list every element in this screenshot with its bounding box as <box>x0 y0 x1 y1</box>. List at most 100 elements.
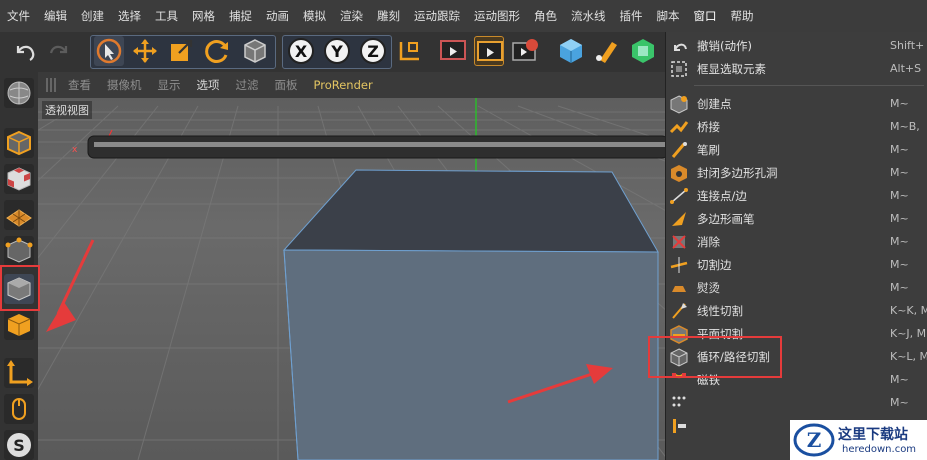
viewport-menu-item[interactable]: 查看 <box>60 77 99 93</box>
scale-icon[interactable] <box>166 36 196 66</box>
viewport-menu-item[interactable]: 摄像机 <box>99 77 150 93</box>
context-menu-item[interactable]: 连接点/边 M~ <box>666 184 927 207</box>
x-axis-button[interactable]: X <box>286 36 316 66</box>
render-region-icon[interactable] <box>438 36 468 66</box>
point-mode-icon[interactable] <box>4 236 34 266</box>
object-mode-icon[interactable] <box>4 128 34 158</box>
iron-icon <box>669 278 689 298</box>
viewport-menu-item[interactable]: 显示 <box>150 77 189 93</box>
snap-icon[interactable]: S <box>4 430 34 460</box>
menu-item[interactable]: 渲染 <box>333 0 370 32</box>
menu-item[interactable]: 捕捉 <box>222 0 259 32</box>
viewport-menu-item[interactable]: 面板 <box>267 77 306 93</box>
object-icon[interactable] <box>240 36 270 66</box>
move-icon[interactable] <box>130 36 160 66</box>
context-menu-item[interactable]: 消除 M~ <box>666 230 927 253</box>
dissolve-icon <box>669 232 689 252</box>
close-hole-icon <box>669 163 689 183</box>
menu-item[interactable]: 网格 <box>185 0 222 32</box>
menu-item[interactable]: 帮助 <box>724 0 761 32</box>
context-menu-item[interactable]: 撤销(动作) Shift+ <box>666 34 927 57</box>
line-cut-icon <box>669 301 689 321</box>
menu-item[interactable]: 插件 <box>613 0 650 32</box>
context-menu-shortcut: M~ <box>890 373 909 386</box>
menu-item[interactable]: 模拟 <box>296 0 333 32</box>
context-menu-shortcut: M~ <box>890 97 909 110</box>
menu-item[interactable]: 窗口 <box>687 0 724 32</box>
redo-icon[interactable] <box>44 36 74 66</box>
y-axis-button[interactable]: Y <box>322 36 352 66</box>
coordinate-system-icon[interactable] <box>394 36 424 66</box>
svg-text:x: x <box>72 145 78 155</box>
menu-item[interactable]: 编辑 <box>37 0 74 32</box>
context-menu-shortcut: K~J, M <box>890 327 927 340</box>
mouse-icon[interactable] <box>4 394 34 424</box>
context-menu-item[interactable]: 框显选取元素 Alt+S <box>666 57 927 80</box>
workplane-icon[interactable] <box>4 200 34 230</box>
context-menu-shortcut: Shift+ <box>890 39 925 52</box>
menu-item[interactable]: 文件 <box>0 0 37 32</box>
context-menu-item[interactable]: 笔刷 M~ <box>666 138 927 161</box>
z-axis-button[interactable]: Z <box>358 36 388 66</box>
top-toolbar: X Y Z <box>0 32 670 72</box>
context-menu-item[interactable]: 多边形画笔 M~ <box>666 207 927 230</box>
solid-object-icon[interactable] <box>4 310 34 340</box>
menu-item[interactable]: 流水线 <box>564 0 613 32</box>
texture-mode-icon[interactable] <box>4 164 34 194</box>
viewport-menu-item[interactable]: ProRender <box>306 78 381 92</box>
select-live-icon[interactable] <box>94 36 124 66</box>
viewport-grid: x <box>38 98 668 460</box>
generator-icon[interactable] <box>628 36 658 66</box>
context-menu-shortcut: M~ <box>890 258 909 271</box>
context-menu-shortcut: M~ <box>890 281 909 294</box>
context-menu-item[interactable]: 切割边 M~ <box>666 253 927 276</box>
render-view-icon[interactable] <box>474 36 504 66</box>
context-menu-shortcut: K~K, M <box>890 304 927 317</box>
rotate-icon[interactable] <box>202 36 232 66</box>
svg-text:X: X <box>295 42 308 61</box>
context-menu-shortcut: M~ <box>890 189 909 202</box>
perspective-viewport[interactable]: x 查看 摄像机 显示 选项 过滤 面板 ProRender 透视视图 <box>38 72 668 460</box>
context-menu-shortcut: K~L, M <box>890 350 927 363</box>
context-menu-label: 熨烫 <box>697 280 720 295</box>
context-menu-label: 框显选取元素 <box>697 61 766 76</box>
render-settings-icon[interactable] <box>510 36 540 66</box>
context-menu-label: 多边形画笔 <box>697 211 755 226</box>
drag-handle-icon[interactable] <box>46 78 56 92</box>
axis-icon[interactable] <box>4 358 34 388</box>
menu-item[interactable]: 动画 <box>259 0 296 32</box>
svg-text:S: S <box>13 436 25 455</box>
context-menu-item[interactable]: 熨烫 M~ <box>666 276 927 299</box>
pen-icon[interactable] <box>592 36 622 66</box>
viewport-menu-item[interactable]: 选项 <box>189 77 228 93</box>
viewport-label: 透视视图 <box>42 101 92 119</box>
context-menu-label: 消除 <box>697 234 720 249</box>
context-menu-item[interactable]: 桥接 M~B, <box>666 115 927 138</box>
context-menu-item[interactable]: 线性切割 K~K, M <box>666 299 927 322</box>
viewport-menu: 查看 摄像机 显示 选项 过滤 面板 ProRender <box>38 72 668 98</box>
brush-icon <box>669 140 689 160</box>
menu-item[interactable]: 工具 <box>148 0 185 32</box>
extra-tool-icon <box>669 416 689 436</box>
context-menu-shortcut: M~ <box>890 235 909 248</box>
model-mode-icon[interactable] <box>4 78 34 108</box>
menu-item[interactable]: 创建 <box>74 0 111 32</box>
menu-item[interactable]: 角色 <box>527 0 564 32</box>
context-menu-label: 撤销(动作) <box>697 38 752 53</box>
menu-item[interactable]: 脚本 <box>650 0 687 32</box>
watermark-logo-icon: Z <box>793 423 835 457</box>
cube-icon[interactable] <box>556 36 586 66</box>
polygon-pen-icon <box>669 209 689 229</box>
undo-icon[interactable] <box>10 36 40 66</box>
menu-item[interactable]: 运动跟踪 <box>407 0 467 32</box>
context-menu-item[interactable]: M~ <box>666 391 927 414</box>
context-menu-item[interactable]: 封闭多边形孔洞 M~ <box>666 161 927 184</box>
context-menu-shortcut: M~B, <box>890 120 920 133</box>
context-menu-item[interactable]: 创建点 M~ <box>666 92 927 115</box>
menu-item[interactable]: 雕刻 <box>370 0 407 32</box>
menu-item[interactable]: 运动图形 <box>467 0 527 32</box>
svg-text:Z: Z <box>367 42 379 61</box>
menu-item[interactable]: 选择 <box>111 0 148 32</box>
viewport-menu-item[interactable]: 过滤 <box>228 77 267 93</box>
watermark-url: heredown.com <box>842 444 917 455</box>
